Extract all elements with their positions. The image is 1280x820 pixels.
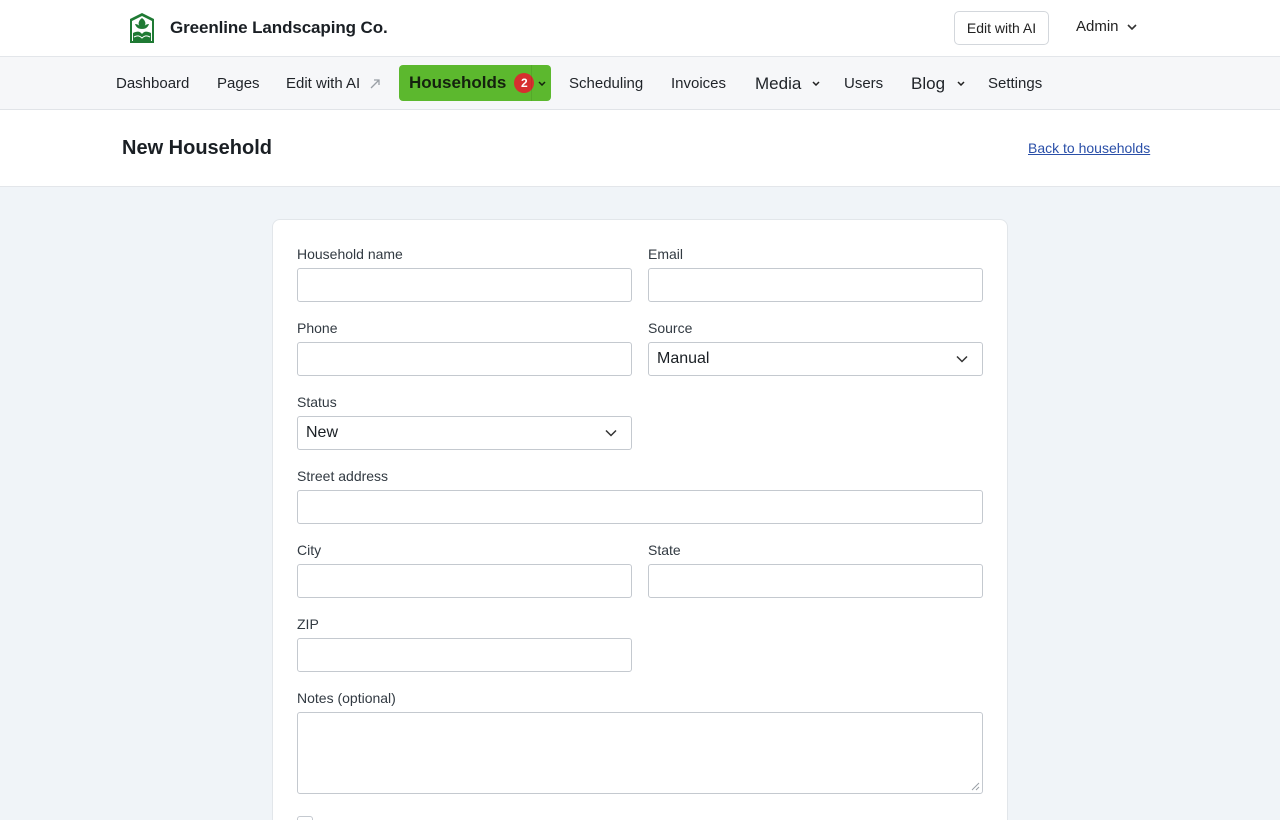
- chevron-down-icon: [537, 80, 546, 86]
- nav-label: Scheduling: [569, 75, 644, 92]
- street-address-label: Street address: [297, 468, 389, 484]
- resize-handle-icon[interactable]: [971, 782, 980, 791]
- brand-name: Greenline Landscaping Co.: [170, 18, 388, 37]
- source-selected-value: Manual: [657, 350, 710, 367]
- nav-label: Households: [409, 73, 507, 92]
- arrow-up-right-icon: [370, 78, 380, 88]
- street-address-input[interactable]: [297, 490, 983, 524]
- notes-textarea[interactable]: [297, 712, 983, 794]
- brand[interactable]: Greenline Landscaping Co.: [128, 12, 388, 44]
- chevron-down-icon: [957, 81, 965, 86]
- nav-item-dashboard[interactable]: Dashboard: [116, 57, 189, 110]
- household-name-label: Household name: [297, 246, 403, 262]
- zip-input[interactable]: [297, 638, 632, 672]
- nav-item-invoices[interactable]: Invoices: [671, 57, 726, 110]
- main-nav: Dashboard Pages Edit with AI Households …: [0, 57, 1280, 110]
- notes-label: Notes (optional): [297, 690, 396, 706]
- nav-item-settings[interactable]: Settings: [988, 57, 1042, 110]
- nav-label: Media: [755, 73, 802, 93]
- page-title: New Household: [122, 137, 273, 159]
- nav-item-media[interactable]: Media: [755, 57, 820, 110]
- nav-item-pages[interactable]: Pages: [217, 57, 260, 110]
- nav-label: Settings: [988, 75, 1043, 92]
- admin-label: Admin: [1076, 18, 1119, 35]
- nav-label: Blog: [911, 73, 946, 93]
- nav-label: Edit with AI: [286, 75, 361, 92]
- city-label: City: [297, 542, 322, 558]
- chevron-down-icon: [605, 429, 617, 437]
- status-selected-value: New: [306, 424, 339, 441]
- page-header: New Household Back to households: [0, 110, 1280, 187]
- nav-label: Users: [844, 75, 884, 92]
- nav-item-blog[interactable]: Blog: [911, 57, 965, 110]
- nav-item-scheduling[interactable]: Scheduling: [569, 57, 643, 110]
- back-to-households-link[interactable]: Back to households: [1028, 140, 1150, 156]
- edit-with-ai-button[interactable]: Edit with AI: [954, 11, 1049, 45]
- city-input[interactable]: [297, 564, 632, 598]
- state-input[interactable]: [648, 564, 983, 598]
- leaf-logo-icon: [130, 13, 154, 43]
- chevron-down-icon: [812, 81, 820, 86]
- form-checkbox[interactable]: [297, 816, 313, 820]
- nav-label: Invoices: [671, 75, 727, 92]
- nav-item-households[interactable]: Households 2: [399, 65, 551, 101]
- top-header: Greenline Landscaping Co. Edit with AI A…: [0, 0, 1280, 57]
- email-label: Email: [648, 246, 684, 262]
- phone-input[interactable]: [297, 342, 632, 376]
- chevron-down-icon: [1126, 23, 1137, 30]
- status-select[interactable]: New: [297, 416, 632, 450]
- status-label: Status: [297, 394, 337, 410]
- admin-menu[interactable]: Admin: [1076, 18, 1137, 35]
- nav-item-users[interactable]: Users: [844, 57, 883, 110]
- chevron-down-icon: [956, 355, 968, 363]
- source-select[interactable]: Manual: [648, 342, 983, 376]
- zip-label: ZIP: [297, 616, 319, 632]
- households-dropdown-toggle[interactable]: [531, 65, 551, 101]
- email-input[interactable]: [648, 268, 983, 302]
- nav-label: Pages: [217, 75, 260, 92]
- nav-item-edit-with-ai[interactable]: Edit with AI: [286, 57, 381, 110]
- household-name-input[interactable]: [297, 268, 632, 302]
- nav-label: Dashboard: [116, 75, 190, 92]
- phone-label: Phone: [297, 320, 338, 336]
- state-label: State: [648, 542, 681, 558]
- source-label: Source: [648, 320, 693, 336]
